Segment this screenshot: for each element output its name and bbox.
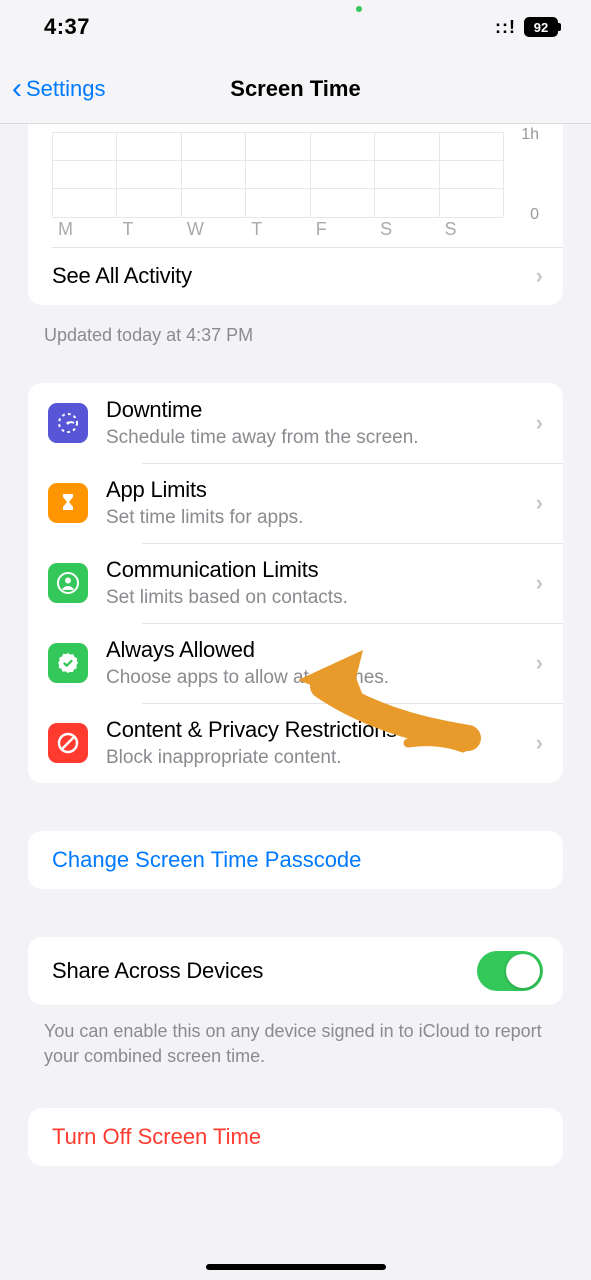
battery-icon: 92 xyxy=(524,17,561,37)
chart-xlabels: M T W T F S S xyxy=(52,219,503,247)
share-footer: You can enable this on any device signed… xyxy=(44,1019,547,1068)
chart-ytick-top: 1h xyxy=(521,126,539,144)
signal-icon: ::! xyxy=(495,17,516,38)
options-card: Downtime Schedule time away from the scr… xyxy=(28,383,563,783)
downtime-icon xyxy=(48,403,88,443)
share-card: Share Across Devices xyxy=(28,937,563,1005)
share-across-devices-row[interactable]: Share Across Devices xyxy=(28,937,563,1005)
always-allowed-row[interactable]: Always Allowed Choose apps to allow at a… xyxy=(28,623,563,703)
share-toggle[interactable] xyxy=(477,951,543,991)
status-time: 4:37 xyxy=(44,14,90,40)
usage-chart: 1h 0 M T W T F S S xyxy=(52,132,539,247)
chevron-right-icon: › xyxy=(536,263,543,289)
turn-off-row[interactable]: Turn Off Screen Time xyxy=(28,1108,563,1166)
chevron-left-icon: ‹ xyxy=(12,74,22,104)
chevron-right-icon: › xyxy=(536,570,543,596)
status-bar: 4:37 ::! 92 xyxy=(0,0,591,54)
passcode-card: Change Screen Time Passcode xyxy=(28,831,563,889)
chevron-right-icon: › xyxy=(536,730,543,756)
back-button[interactable]: ‹ Settings xyxy=(0,74,106,104)
nosign-icon xyxy=(48,723,88,763)
nav-header: ‹ Settings Screen Time xyxy=(0,54,591,124)
communication-limits-row[interactable]: Communication Limits Set limits based on… xyxy=(28,543,563,623)
turnoff-card: Turn Off Screen Time xyxy=(28,1108,563,1166)
hourglass-icon xyxy=(48,483,88,523)
change-passcode-row[interactable]: Change Screen Time Passcode xyxy=(28,831,563,889)
contact-icon xyxy=(48,563,88,603)
app-limits-row[interactable]: App Limits Set time limits for apps. › xyxy=(28,463,563,543)
downtime-row[interactable]: Downtime Schedule time away from the scr… xyxy=(28,383,563,463)
change-passcode-label: Change Screen Time Passcode xyxy=(52,847,361,873)
turn-off-label: Turn Off Screen Time xyxy=(52,1124,261,1150)
content-privacy-row[interactable]: Content & Privacy Restrictions Block ina… xyxy=(28,703,563,783)
share-label: Share Across Devices xyxy=(52,958,263,984)
updated-label: Updated today at 4:37 PM xyxy=(44,323,547,347)
recording-indicator-dot xyxy=(356,6,362,12)
chevron-right-icon: › xyxy=(536,410,543,436)
chevron-right-icon: › xyxy=(536,650,543,676)
back-label: Settings xyxy=(26,76,106,102)
home-indicator[interactable] xyxy=(206,1264,386,1270)
chevron-right-icon: › xyxy=(536,490,543,516)
activity-card: 1h 0 M T W T F S S See All Activity › xyxy=(28,124,563,305)
see-all-activity-label: See All Activity xyxy=(52,263,536,289)
see-all-activity-row[interactable]: See All Activity › xyxy=(28,247,563,305)
chart-ytick-bottom: 0 xyxy=(530,206,539,224)
check-badge-icon xyxy=(48,643,88,683)
